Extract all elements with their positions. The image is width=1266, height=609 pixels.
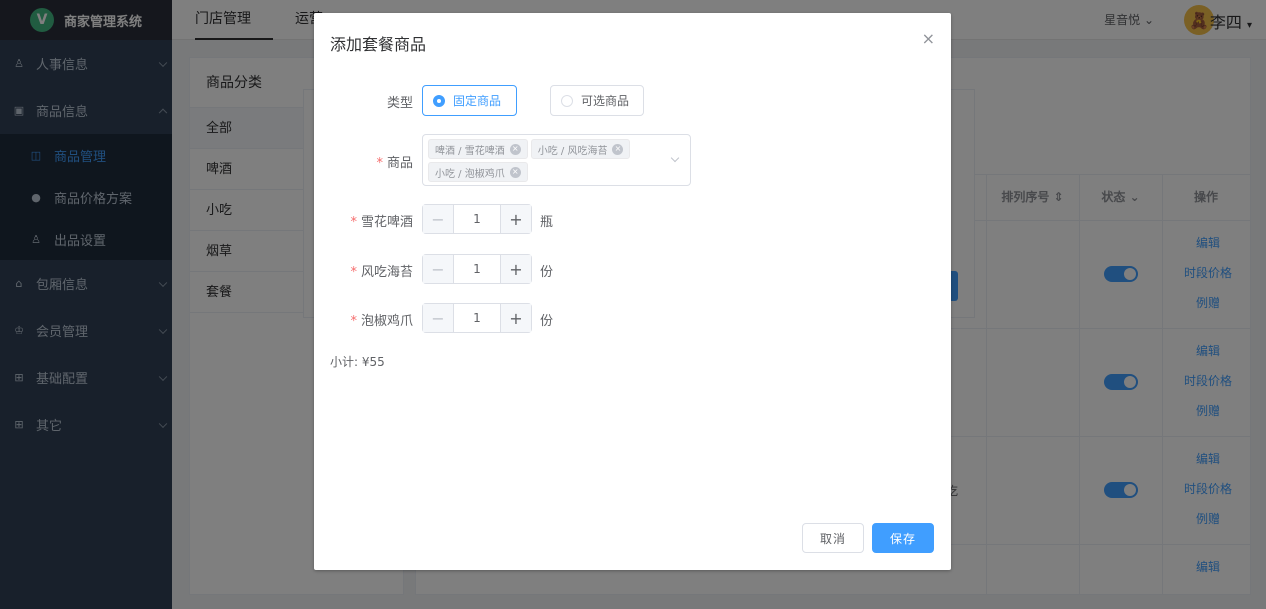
cancel-button[interactable]: 取消 (802, 523, 864, 553)
required-mark: * (350, 314, 357, 329)
decrement-button[interactable]: − (423, 304, 454, 332)
item-label-beer: * 雪花啤酒 (314, 211, 413, 230)
tag-close-icon[interactable]: × (612, 143, 624, 155)
item-label-chicken-feet: * 泡椒鸡爪 (314, 310, 413, 329)
decrement-button[interactable]: − (423, 205, 454, 233)
item-label-text: 雪花啤酒 (360, 215, 413, 230)
unit-label: 瓶 (540, 215, 554, 230)
required-mark: * (376, 156, 383, 171)
subtotal: 小计: ¥55 (330, 353, 385, 370)
close-icon[interactable]: × (922, 29, 935, 48)
save-button[interactable]: 保存 (872, 523, 934, 553)
goods-label-text: 商品 (386, 156, 413, 171)
unit-label: 份 (540, 265, 554, 280)
radio-checked-icon (433, 94, 445, 107)
tag-label: 小吃 / 风吃海苔 (537, 145, 608, 157)
item-label-seaweed: * 风吃海苔 (314, 261, 413, 280)
type-label: 类型 (386, 96, 413, 111)
type-fixed-radio[interactable]: 固定商品 (422, 85, 517, 116)
increment-button[interactable]: + (500, 304, 531, 332)
goods-multi-select[interactable]: 啤酒 / 雪花啤酒 × 小吃 / 风吃海苔 × 小吃 / 泡椒鸡爪 × (422, 134, 691, 186)
radio-unchecked-icon (561, 94, 573, 107)
type-optional-radio[interactable]: 可选商品 (550, 85, 644, 116)
subtotal-label: 小计: (330, 355, 359, 369)
radio-label: 可选商品 (581, 94, 630, 108)
tag-label: 小吃 / 泡椒鸡爪 (435, 168, 505, 180)
selected-goods-tag: 小吃 / 风吃海苔 × (530, 139, 631, 159)
selected-goods-tag: 啤酒 / 雪花啤酒 × (428, 139, 528, 159)
quantity-stepper[interactable]: − 1 + (422, 204, 532, 234)
required-mark: * (350, 265, 357, 280)
required-mark: * (350, 215, 357, 230)
tag-label: 啤酒 / 雪花啤酒 (435, 145, 505, 157)
item-label-text: 风吃海苔 (360, 265, 413, 280)
chevron-down-icon (670, 153, 680, 163)
decrement-button[interactable]: − (423, 255, 454, 283)
selected-goods-tag: 小吃 / 泡椒鸡爪 × (428, 162, 528, 182)
goods-label: * 商品 (314, 152, 413, 171)
item-label-text: 泡椒鸡爪 (360, 314, 413, 329)
quantity-input[interactable]: 1 (454, 205, 500, 233)
add-combo-dialog: 添加套餐商品 × 类型 固定商品 可选商品 * 商品 啤酒 / 雪花啤酒 × 小吃 /… (314, 13, 951, 570)
quantity-input[interactable]: 1 (454, 304, 500, 332)
radio-label: 固定商品 (453, 94, 502, 108)
increment-button[interactable]: + (500, 205, 531, 233)
increment-button[interactable]: + (500, 255, 531, 283)
dialog-title: 添加套餐商品 (330, 35, 427, 54)
quantity-stepper[interactable]: − 1 + (422, 303, 532, 333)
quantity-stepper[interactable]: − 1 + (422, 254, 532, 284)
unit-label: 份 (540, 314, 554, 329)
quantity-input[interactable]: 1 (454, 255, 500, 283)
tag-close-icon[interactable]: × (509, 143, 521, 155)
tag-close-icon[interactable]: × (509, 166, 521, 178)
subtotal-value: ¥55 (361, 355, 385, 369)
